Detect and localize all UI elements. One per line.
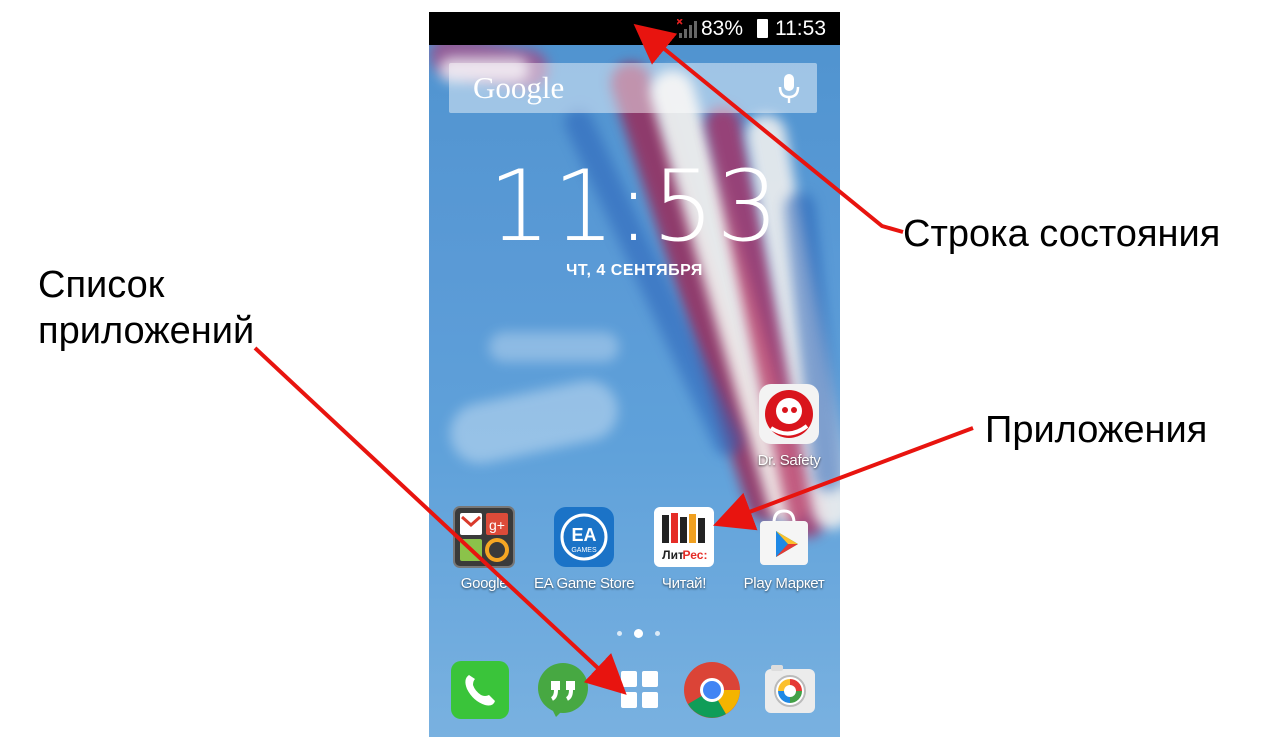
camera-icon[interactable] [759,659,821,721]
phone-icon[interactable] [449,659,511,721]
app-google-folder[interactable]: g+ Google [434,505,534,592]
battery-icon [757,19,768,38]
app-label: EA Game Store [534,575,635,592]
app-label: Google [460,575,508,592]
hangouts-icon[interactable] [532,659,594,721]
svg-text:EA: EA [571,525,596,545]
app-label: Play Маркет [743,575,825,592]
annotation-apps: Приложения [985,409,1208,451]
annotation-status-bar: Строка состояния [903,213,1221,255]
no-signal-icon [677,19,697,38]
page-dot [617,631,622,636]
phone-home-screen: 83% 11:53 Google 11:53 ЧТ, 4 СЕНТЯБРЯ Dr… [429,12,840,737]
google-search-widget[interactable]: Google [449,63,817,113]
annotation-app-list-line2: приложений [38,310,255,352]
battery-percent: 83% [701,17,744,40]
google-folder-icon: g+ [452,505,516,569]
clock-widget-time[interactable]: 11:53 [429,157,840,257]
app-drawer-icon[interactable] [609,659,671,721]
dr-safety-icon [757,382,821,446]
app-dr-safety[interactable]: Dr. Safety [739,382,839,469]
app-ea-game-store[interactable]: EA GAMES EA Game Store [534,505,635,592]
google-logo: Google [473,70,565,105]
svg-text:g+: g+ [489,517,505,533]
microphone-icon[interactable] [777,73,801,105]
svg-text:Лит: Лит [662,548,684,562]
app-label: Читай! [661,575,707,592]
app-play-market[interactable]: Play Маркет [734,505,834,592]
page-dot-active [634,629,643,638]
page-indicator[interactable] [609,628,669,640]
chrome-icon[interactable] [681,659,743,721]
clock-widget-date: ЧТ, 4 СЕНТЯБРЯ [566,262,703,279]
svg-text:GAMES: GAMES [571,547,597,554]
litres-icon: Лит Рес: [652,505,716,569]
page-dot [655,631,660,636]
status-bar[interactable]: 83% 11:53 [429,12,840,45]
svg-text:Рес:: Рес: [683,548,708,562]
ea-games-icon: EA GAMES [552,505,616,569]
annotation-app-list-line1: Список [38,264,165,306]
app-label: Dr. Safety [757,452,821,469]
status-bar-time: 11:53 [775,17,826,40]
play-store-icon [752,505,816,569]
annotation-app-list: Список приложений [38,262,254,354]
app-litres[interactable]: Лит Рес: Читай! [634,505,734,592]
